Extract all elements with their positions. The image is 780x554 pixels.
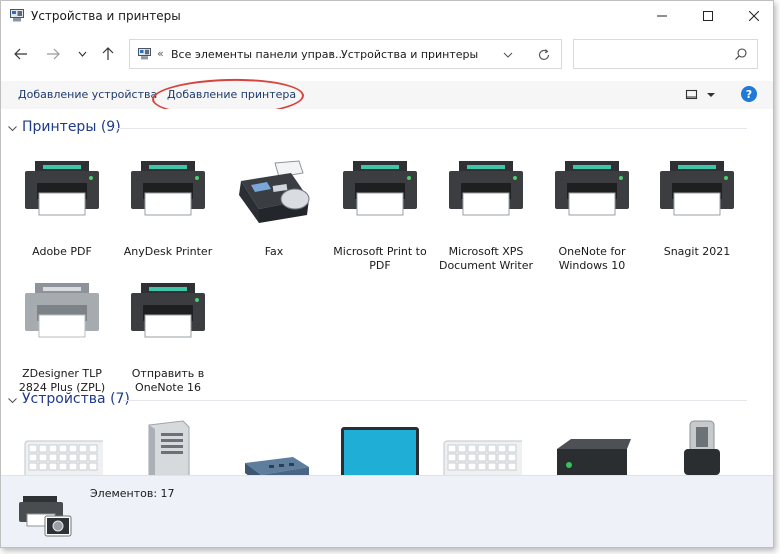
close-icon (749, 11, 759, 21)
maximize-icon (703, 11, 713, 21)
breadcrumb-control-panel[interactable]: Все элементы панели управ... (171, 48, 346, 61)
arrow-up-icon (102, 47, 114, 60)
devices-group-header[interactable]: Устройства (7) (7, 391, 747, 411)
window-title: Устройства и принтеры (31, 9, 181, 23)
device-label: Fax (264, 245, 284, 258)
device-label: Microsoft Print to PDF (333, 245, 427, 272)
change-view-button[interactable] (684, 87, 718, 103)
refresh-icon[interactable] (536, 47, 552, 63)
arrow-right-icon (47, 48, 60, 60)
back-button[interactable] (10, 43, 32, 65)
maximize-button[interactable] (685, 1, 731, 31)
address-overflow-chevron[interactable]: « (157, 47, 164, 60)
keyboard-icon (443, 440, 522, 475)
address-bar[interactable]: « Все элементы панели управ... › Устройс… (129, 39, 562, 69)
search-box[interactable] (573, 39, 758, 69)
external-drive-icon (557, 439, 631, 475)
minimize-icon (657, 15, 667, 17)
devices-group-title: Устройства (7) (22, 391, 130, 407)
computer-tower-icon (148, 420, 190, 475)
printer-icon (25, 161, 99, 216)
minimize-button[interactable] (639, 1, 685, 31)
printer-icon (660, 161, 734, 216)
device-label: OneNote for Windows 10 (558, 245, 626, 272)
address-dropdown-icon[interactable] (501, 48, 515, 62)
group-divider (123, 400, 747, 401)
view-options-icon (685, 89, 715, 100)
monitor-icon (341, 427, 419, 475)
devices-and-printers-app-icon (10, 9, 24, 22)
search-icon (735, 48, 747, 60)
chevron-down-icon (78, 51, 86, 57)
up-button[interactable] (97, 43, 119, 65)
content-area: Принтеры (9) Adobe PDF AnyDesk Printer F… (1, 109, 773, 475)
search-input[interactable] (580, 46, 730, 62)
forward-button[interactable] (42, 43, 64, 65)
devices-and-printers-large-icon (19, 496, 72, 537)
add-device-button[interactable]: Добавление устройства (18, 88, 157, 101)
printers-group-header[interactable]: Принтеры (9) (7, 119, 747, 139)
title-bar: Устройства и принтеры (1, 1, 773, 31)
devices-and-printers-location-icon (138, 48, 151, 60)
printer-icon (343, 161, 417, 216)
breadcrumb-separator[interactable]: › (329, 47, 333, 60)
devices-and-printers-window: Устройства и принтеры « Все элементы пан… (0, 0, 774, 548)
item-count: Элементов: 17 (90, 487, 175, 500)
fax-icon (239, 160, 310, 223)
command-bar: Добавление устройства Добавление принтер… (1, 81, 773, 109)
chevron-down-icon (8, 398, 17, 404)
usb-hub-icon (245, 457, 309, 475)
device-label: Adobe PDF (32, 245, 92, 258)
group-divider (113, 128, 747, 129)
status-bar: Элементов: 17 (1, 475, 773, 547)
device-label: AnyDesk Printer (123, 245, 213, 258)
keyboard-icon (24, 440, 103, 475)
device-label: Microsoft XPS Document Writer (438, 245, 534, 272)
device-label: Snagit 2021 (663, 245, 731, 258)
add-printer-button[interactable]: Добавление принтера (167, 88, 296, 101)
printer-icon (131, 283, 205, 338)
printer-icon (555, 161, 629, 216)
close-button[interactable] (731, 1, 773, 31)
printer-icon (449, 161, 523, 216)
help-button[interactable]: ? (741, 86, 757, 102)
recent-locations-button[interactable] (71, 43, 93, 65)
printer-icon (131, 161, 205, 216)
printers-group-title: Принтеры (9) (22, 119, 121, 135)
chevron-down-icon (8, 126, 17, 132)
arrow-left-icon (14, 48, 27, 60)
usb-flash-drive-icon (684, 420, 720, 475)
label-printer-icon (25, 283, 99, 338)
breadcrumb-devices-and-printers[interactable]: Устройства и принтеры (341, 48, 478, 61)
